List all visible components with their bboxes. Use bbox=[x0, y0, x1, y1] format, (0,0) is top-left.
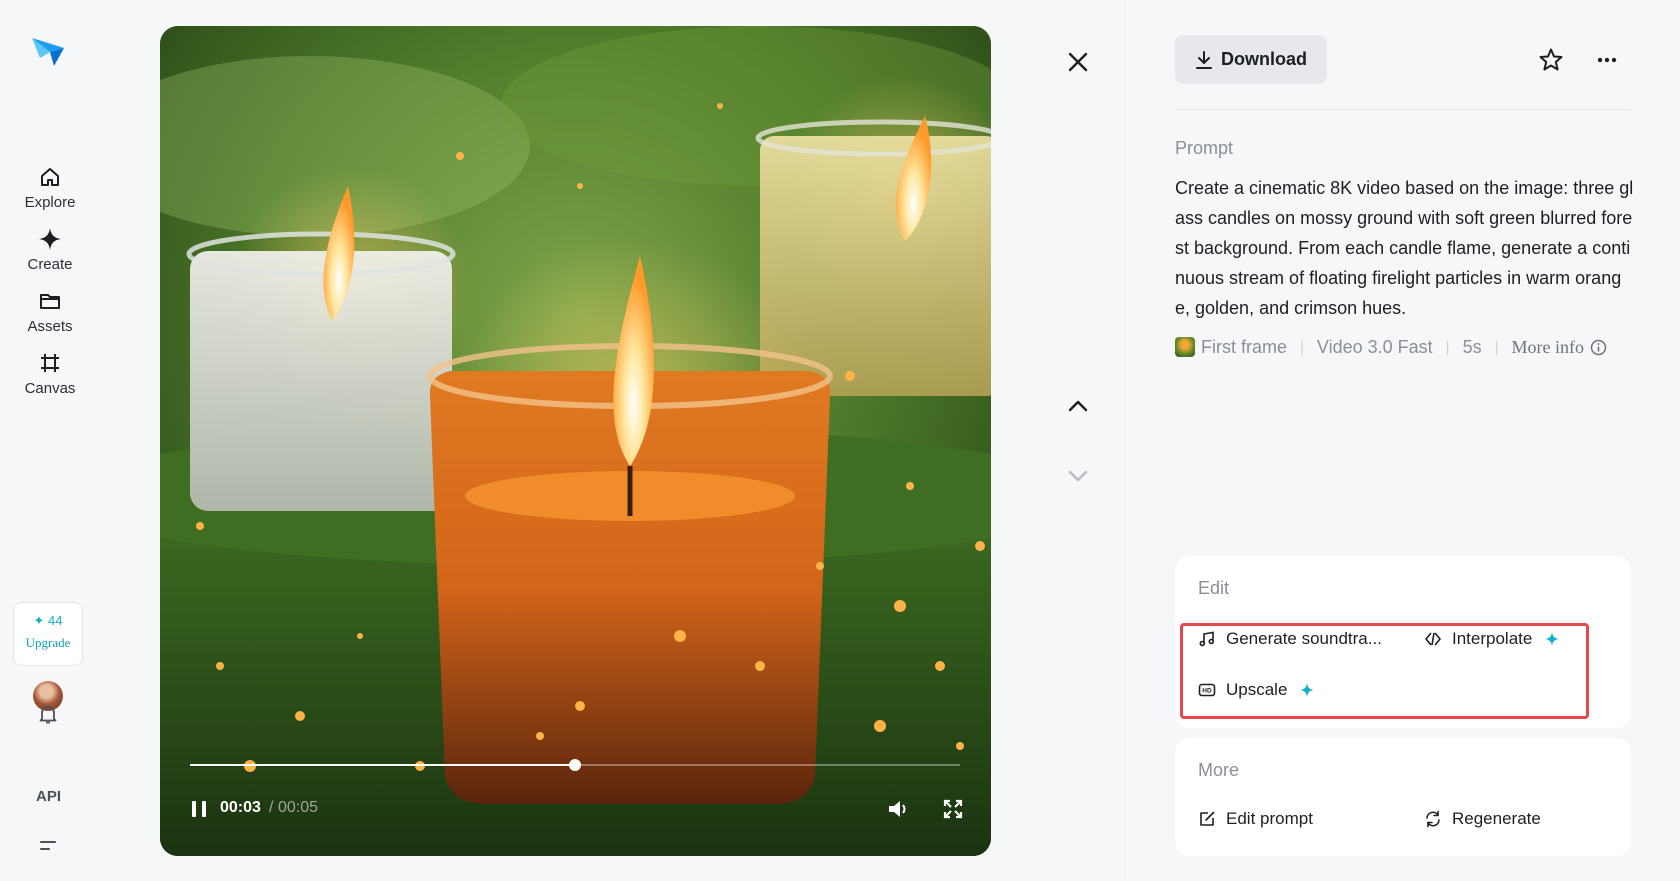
edit-title: Edit bbox=[1198, 578, 1230, 598]
more-info-link[interactable]: More info bbox=[1512, 337, 1584, 358]
nav-explore[interactable]: Explore bbox=[10, 164, 90, 211]
more-options-icon[interactable] bbox=[1593, 46, 1621, 74]
premium-sparkle-icon bbox=[1300, 683, 1315, 697]
duration-label: 5s bbox=[1462, 336, 1482, 357]
credit-value: 44 bbox=[48, 613, 63, 628]
nav-assets-label: Assets bbox=[27, 318, 73, 335]
chevron-down-icon[interactable] bbox=[1062, 460, 1094, 492]
close-icon[interactable] bbox=[1062, 46, 1094, 78]
progress-handle[interactable] bbox=[569, 759, 581, 771]
bell-icon[interactable] bbox=[34, 700, 62, 728]
meta-separator: | bbox=[1300, 338, 1304, 356]
folder-icon bbox=[37, 288, 63, 314]
upscale-label: Upscale bbox=[1226, 680, 1288, 699]
nav-create[interactable]: Create bbox=[10, 226, 90, 273]
prompt-label: Prompt bbox=[1175, 138, 1234, 158]
nav-canvas-label: Canvas bbox=[24, 380, 76, 397]
edit-prompt-button[interactable]: Edit prompt bbox=[1198, 809, 1313, 829]
info-icon[interactable] bbox=[1590, 339, 1607, 356]
meta-separator: | bbox=[1445, 338, 1450, 356]
nav-explore-label: Explore bbox=[24, 194, 76, 211]
edit-prompt-icon bbox=[1200, 811, 1215, 826]
more-title: More bbox=[1198, 760, 1240, 780]
meta-separator: | bbox=[1494, 338, 1499, 356]
premium-sparkle-icon bbox=[1545, 632, 1560, 646]
interpolate-icon bbox=[1425, 632, 1441, 646]
volume-icon[interactable] bbox=[886, 797, 912, 821]
frame-icon bbox=[37, 350, 63, 376]
progress-fill bbox=[190, 764, 575, 766]
interpolate-label: Interpolate bbox=[1452, 629, 1533, 648]
time-separator: / bbox=[269, 799, 274, 816]
api-link[interactable]: API bbox=[36, 788, 61, 805]
fullscreen-icon[interactable] bbox=[942, 798, 964, 820]
download-icon bbox=[1196, 50, 1212, 69]
logo-icon[interactable] bbox=[30, 34, 66, 68]
sidebar: Explore Create Assets Canvas ✦ 44 Upgrad… bbox=[0, 0, 100, 881]
prompt-text: Create a cinematic 8K video based on the… bbox=[1175, 178, 1634, 318]
nav-create-label: Create bbox=[27, 256, 73, 273]
download-label: Download bbox=[1221, 49, 1307, 69]
upscale-button[interactable]: HD Upscale bbox=[1198, 680, 1315, 700]
regenerate-label: Regenerate bbox=[1452, 809, 1541, 828]
regenerate-button[interactable]: Regenerate bbox=[1424, 809, 1541, 829]
first-frame-thumbnail[interactable] bbox=[1175, 337, 1195, 357]
first-frame-label[interactable]: First frame bbox=[1201, 337, 1287, 358]
star-icon[interactable] bbox=[1537, 46, 1565, 74]
interpolate-button[interactable]: Interpolate bbox=[1424, 629, 1560, 649]
video-player[interactable]: 00:03 / 00:05 bbox=[160, 26, 991, 856]
progress-bar[interactable] bbox=[190, 759, 960, 771]
refresh-icon bbox=[1426, 810, 1440, 828]
generate-soundtrack-label: Generate soundtra... bbox=[1226, 629, 1382, 648]
panel-divider bbox=[1125, 0, 1126, 881]
model-label: Video 3.0 Fast bbox=[1316, 336, 1433, 357]
svg-text:HD: HD bbox=[1202, 688, 1212, 695]
home-icon bbox=[37, 164, 63, 190]
pause-icon[interactable] bbox=[188, 798, 210, 820]
music-note-icon bbox=[1199, 631, 1215, 647]
credit-count: ✦ 44 bbox=[33, 613, 63, 628]
generation-meta: First frame | Video 3.0 Fast | 5s | More… bbox=[1175, 335, 1607, 359]
candle-video-frame bbox=[160, 26, 991, 856]
more-card: More Edit prompt Regenerate bbox=[1175, 738, 1631, 856]
nav-assets[interactable]: Assets bbox=[10, 288, 90, 335]
hd-icon: HD bbox=[1198, 683, 1216, 697]
current-time: 00:03 bbox=[220, 799, 261, 816]
generate-soundtrack-button[interactable]: Generate soundtra... bbox=[1198, 629, 1382, 649]
total-time: 00:05 bbox=[278, 799, 319, 816]
edit-prompt-label: Edit prompt bbox=[1226, 809, 1313, 828]
edit-card: Edit Generate soundtra... Interpolate HD… bbox=[1175, 556, 1631, 728]
upgrade-link[interactable]: Upgrade bbox=[14, 635, 82, 651]
download-button[interactable]: Download bbox=[1175, 35, 1327, 84]
nav-canvas[interactable]: Canvas bbox=[10, 350, 90, 397]
header-divider bbox=[1175, 109, 1631, 110]
app-root: Explore Create Assets Canvas ✦ 44 Upgrad… bbox=[0, 0, 1680, 881]
credits-upgrade[interactable]: ✦ 44 Upgrade bbox=[13, 602, 83, 666]
sparkle-icon bbox=[37, 226, 63, 252]
chevron-up-icon[interactable] bbox=[1062, 390, 1094, 422]
menu-icon[interactable] bbox=[34, 832, 62, 860]
